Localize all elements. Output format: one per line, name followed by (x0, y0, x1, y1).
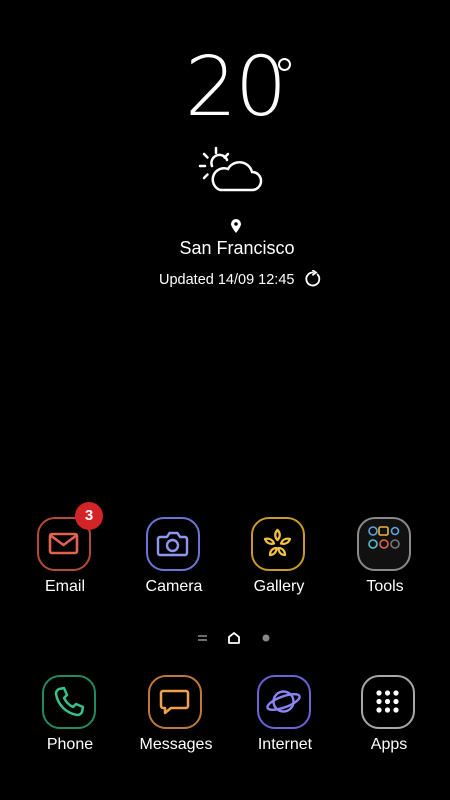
app-label: Messages (139, 736, 213, 753)
app-drawer[interactable]: Apps (339, 675, 439, 755)
app-email[interactable]: Email (15, 517, 115, 597)
page-dot (262, 634, 270, 642)
apps-grid-icon (361, 675, 415, 729)
camera-icon (146, 517, 200, 571)
page-indicator[interactable] (196, 630, 276, 646)
app-label: Tools (366, 578, 404, 595)
globe-planet-icon (257, 675, 311, 729)
weather-widget[interactable]: 20 San Francisco Updated 14/09 12:45 (0, 0, 450, 300)
city-name: San Francisco (179, 238, 295, 258)
notification-badge: 3 (75, 502, 103, 530)
app-gallery[interactable]: Gallery (229, 517, 329, 597)
home-page-icon (228, 632, 240, 644)
gallery-flower-icon (251, 517, 305, 571)
temperature: 20 (184, 40, 287, 135)
location-pin-icon (231, 219, 241, 233)
phone-icon (42, 675, 96, 729)
partly-cloudy-icon (198, 146, 263, 192)
app-label: Internet (257, 736, 313, 753)
app-phone[interactable]: Phone (20, 675, 120, 755)
last-updated-text: Updated 14/09 12:45 (159, 272, 295, 288)
app-label: Apps (370, 736, 408, 753)
app-tools-folder[interactable]: Tools (335, 517, 435, 597)
app-label: Phone (46, 736, 94, 753)
message-icon (148, 675, 202, 729)
app-messages[interactable]: Messages (126, 675, 226, 755)
menu-page-icon (198, 635, 207, 641)
degree-symbol (278, 58, 291, 71)
app-camera[interactable]: Camera (124, 517, 224, 597)
app-label: Email (44, 578, 85, 595)
app-label: Camera (145, 578, 203, 595)
folder-icon (357, 517, 411, 571)
refresh-icon[interactable] (304, 270, 322, 288)
app-internet[interactable]: Internet (235, 675, 335, 755)
app-label: Gallery (253, 578, 305, 595)
